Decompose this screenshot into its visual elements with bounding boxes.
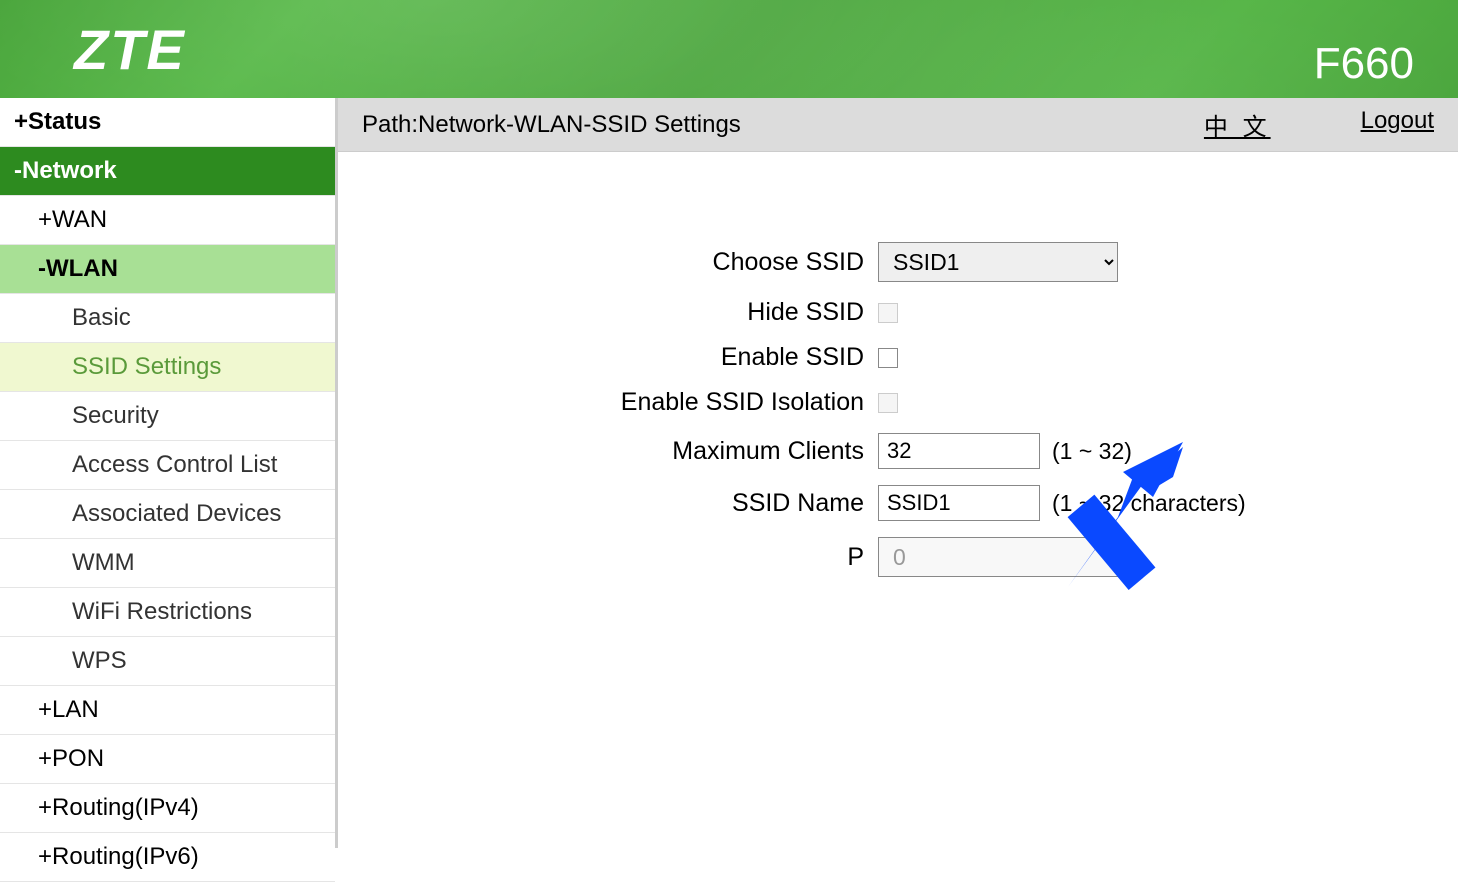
sidebar-item-routing-ipv6[interactable]: +Routing(IPv6) — [0, 833, 335, 882]
sidebar-item-lan[interactable]: +LAN — [0, 686, 335, 735]
ssid-name-hint: (1 ~ 32 characters) — [1052, 490, 1246, 517]
sidebar-item-wmm[interactable]: WMM — [0, 539, 335, 588]
hide-ssid-label: Hide SSID — [378, 298, 878, 327]
enable-ssid-isolation-checkbox[interactable] — [878, 393, 898, 413]
max-clients-input[interactable] — [878, 433, 1040, 469]
breadcrumb-bar: Path:Network-WLAN-SSID Settings 中 文 Logo… — [338, 98, 1458, 152]
sidebar-item-acl[interactable]: Access Control List — [0, 441, 335, 490]
model-label: F660 — [1314, 39, 1414, 89]
sidebar-item-ssid-settings[interactable]: SSID Settings — [0, 343, 335, 392]
sidebar-item-wlan[interactable]: -WLAN — [0, 245, 335, 294]
logout-link[interactable]: Logout — [1361, 107, 1434, 142]
language-link[interactable]: 中 文 — [1204, 107, 1271, 142]
max-clients-label: Maximum Clients — [378, 437, 878, 466]
priority-select[interactable]: 0 — [878, 537, 1118, 577]
sidebar-item-wan[interactable]: +WAN — [0, 196, 335, 245]
page-content: Choose SSID SSID1 Hide SSID Enable SSID — [338, 152, 1458, 848]
sidebar-item-associated-devices[interactable]: Associated Devices — [0, 490, 335, 539]
breadcrumb: Path:Network-WLAN-SSID Settings — [362, 111, 741, 139]
enable-ssid-label: Enable SSID — [378, 343, 878, 372]
sidebar-item-basic[interactable]: Basic — [0, 294, 335, 343]
max-clients-hint: (1 ~ 32) — [1052, 438, 1132, 465]
sidebar-item-network[interactable]: -Network — [0, 147, 335, 196]
ssid-name-label: SSID Name — [378, 489, 878, 518]
sidebar-item-pon[interactable]: +PON — [0, 735, 335, 784]
enable-ssid-isolation-label: Enable SSID Isolation — [378, 388, 878, 417]
hide-ssid-checkbox[interactable] — [878, 303, 898, 323]
sidebar-item-wifi-restrictions[interactable]: WiFi Restrictions — [0, 588, 335, 637]
priority-label: P — [378, 543, 878, 572]
sidebar-item-wps[interactable]: WPS — [0, 637, 335, 686]
header-bar: ZTE F660 — [0, 0, 1458, 98]
enable-ssid-checkbox[interactable] — [878, 348, 898, 368]
sidebar-item-status[interactable]: +Status — [0, 98, 335, 147]
brand-logo: ZTE — [74, 17, 186, 82]
choose-ssid-label: Choose SSID — [378, 248, 878, 277]
sidebar-item-security[interactable]: Security — [0, 392, 335, 441]
sidebar: +Status -Network +WAN -WLAN Basic SSID S… — [0, 98, 338, 848]
sidebar-item-routing-ipv4[interactable]: +Routing(IPv4) — [0, 784, 335, 833]
choose-ssid-select[interactable]: SSID1 — [878, 242, 1118, 282]
ssid-name-input[interactable] — [878, 485, 1040, 521]
